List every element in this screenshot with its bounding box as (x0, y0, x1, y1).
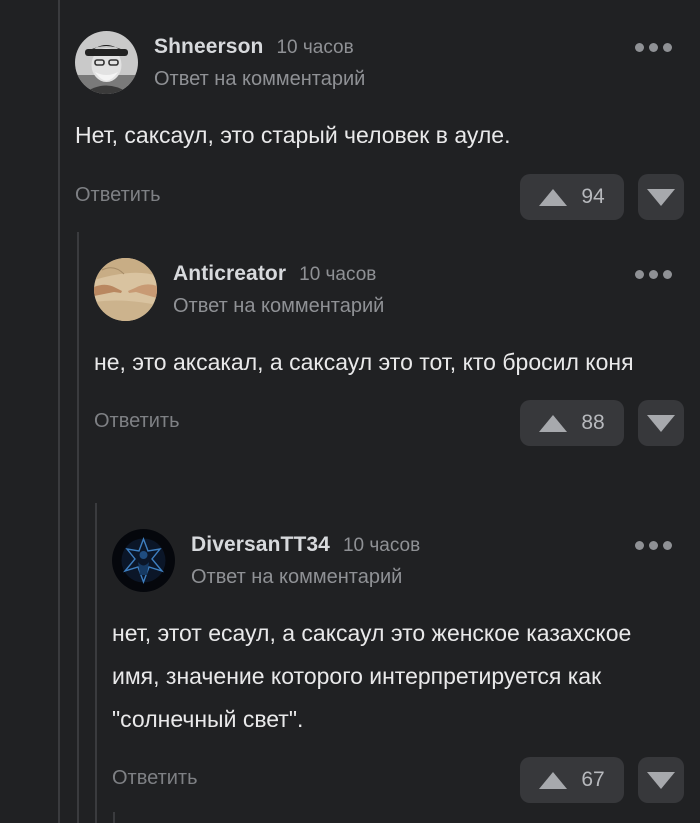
timestamp: 10 часов (342, 535, 421, 556)
arrow-up-icon (539, 188, 568, 206)
timestamp: 10 часов (299, 264, 377, 285)
comment-meta: DiversanTT34 10 часов Ответ на комментар… (191, 533, 420, 589)
arrow-up-icon (539, 771, 568, 789)
avatar[interactable] (75, 31, 138, 94)
arrow-down-icon (647, 414, 675, 432)
reply-to-label[interactable]: Ответ на комментарий (191, 566, 420, 589)
comment-actions: Ответить 67 (112, 757, 700, 803)
arrow-down-icon (647, 188, 675, 206)
thread-line[interactable] (58, 0, 60, 823)
username[interactable]: DiversanTT34 (191, 533, 330, 557)
comment-actions: Ответить 94 (75, 174, 700, 220)
reply-button[interactable]: Ответить (94, 410, 180, 433)
rating-score: 88 (581, 411, 605, 434)
avatar[interactable] (112, 529, 175, 592)
downvote-button[interactable] (638, 757, 684, 803)
reply-to-label[interactable]: Ответ на комментарий (154, 68, 365, 91)
upvote-button[interactable]: 94 (520, 174, 624, 220)
comment-meta: Shneerson 10 часов Ответ на комментарий (154, 35, 365, 91)
upvote-button[interactable]: 67 (520, 757, 624, 803)
downvote-button[interactable] (638, 400, 684, 446)
ellipsis-icon[interactable] (635, 541, 672, 550)
rating-score: 94 (581, 185, 605, 208)
comment-thread: Shneerson 10 часов Ответ на комментарий … (0, 0, 700, 823)
comment-header: Anticreator 10 часов Ответ на комментари… (94, 255, 700, 323)
comment-meta: Anticreator 10 часов Ответ на комментари… (173, 262, 384, 318)
avatar[interactable] (94, 258, 157, 321)
ellipsis-icon[interactable] (635, 270, 672, 279)
arrow-up-icon (539, 414, 568, 432)
comment: Anticreator 10 часов Ответ на комментари… (94, 255, 700, 446)
timestamp: 10 часов (276, 37, 354, 58)
comment-text: Нет, саксаул, это старый человек в ауле. (75, 122, 511, 148)
arrow-down-icon (647, 771, 675, 789)
thread-line[interactable] (77, 232, 79, 823)
ellipsis-icon[interactable] (635, 43, 672, 52)
reply-to-label[interactable]: Ответ на комментарий (173, 295, 384, 318)
reply-button[interactable]: Ответить (112, 767, 198, 790)
thread-line[interactable] (113, 812, 115, 823)
comment-header: DiversanTT34 10 часов Ответ на комментар… (112, 526, 700, 594)
rating-score: 67 (581, 768, 605, 791)
username[interactable]: Anticreator (173, 262, 286, 286)
downvote-button[interactable] (638, 174, 684, 220)
comment-text: не, это аксакал, а саксаул это тот, кто … (94, 349, 634, 375)
creation-of-adam-hands-icon (94, 258, 157, 321)
upvote-button[interactable]: 88 (520, 400, 624, 446)
comment-text: нет, этот есаул, а саксаул это женское к… (112, 620, 632, 732)
comment-actions: Ответить 88 (94, 400, 700, 446)
reply-button[interactable]: Ответить (75, 184, 161, 207)
comment-header: Shneerson 10 часов Ответ на комментарий (75, 28, 700, 96)
thread-line[interactable] (95, 503, 97, 823)
dark-blue-figure-icon (112, 529, 175, 592)
old-man-photo-icon (75, 31, 138, 94)
username[interactable]: Shneerson (154, 35, 263, 59)
comment: Shneerson 10 часов Ответ на комментарий … (75, 28, 700, 220)
comment: DiversanTT34 10 часов Ответ на комментар… (112, 526, 700, 803)
